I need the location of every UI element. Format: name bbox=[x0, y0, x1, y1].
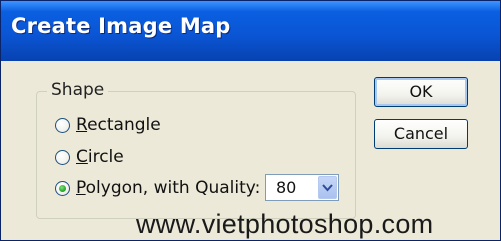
radio-label-polygon[interactable]: Polygon, with Quality: bbox=[76, 178, 260, 198]
shape-groupbox: Shape Rectangle Circle Polygon, with Qua… bbox=[36, 80, 356, 219]
shape-group-legend: Shape bbox=[47, 80, 109, 100]
create-image-map-dialog: Create Image Map Shape Rectangle Circle … bbox=[0, 0, 501, 241]
radio-polygon[interactable]: Polygon, with Quality: bbox=[55, 175, 260, 201]
radio-button-polygon[interactable] bbox=[55, 180, 70, 196]
radio-label-rectangle[interactable]: Rectangle bbox=[76, 115, 161, 135]
dialog-title: Create Image Map bbox=[11, 14, 231, 38]
radio-label-circle[interactable]: Circle bbox=[76, 147, 124, 167]
radio-button-circle[interactable] bbox=[55, 149, 70, 165]
watermark-text: www.vietphotoshop.com bbox=[136, 209, 434, 239]
quality-value: 80 bbox=[276, 178, 297, 197]
radio-button-rectangle[interactable] bbox=[55, 117, 70, 133]
title-bar[interactable]: Create Image Map bbox=[1, 1, 500, 61]
cancel-button[interactable]: Cancel bbox=[374, 119, 468, 149]
radio-rectangle[interactable]: Rectangle bbox=[55, 112, 161, 138]
quality-select[interactable]: 80 bbox=[265, 174, 339, 201]
dialog-client-area: Shape Rectangle Circle Polygon, with Qua… bbox=[8, 61, 493, 233]
chevron-down-icon[interactable] bbox=[318, 176, 337, 199]
ok-button[interactable]: OK bbox=[374, 77, 468, 107]
radio-circle[interactable]: Circle bbox=[55, 144, 124, 170]
